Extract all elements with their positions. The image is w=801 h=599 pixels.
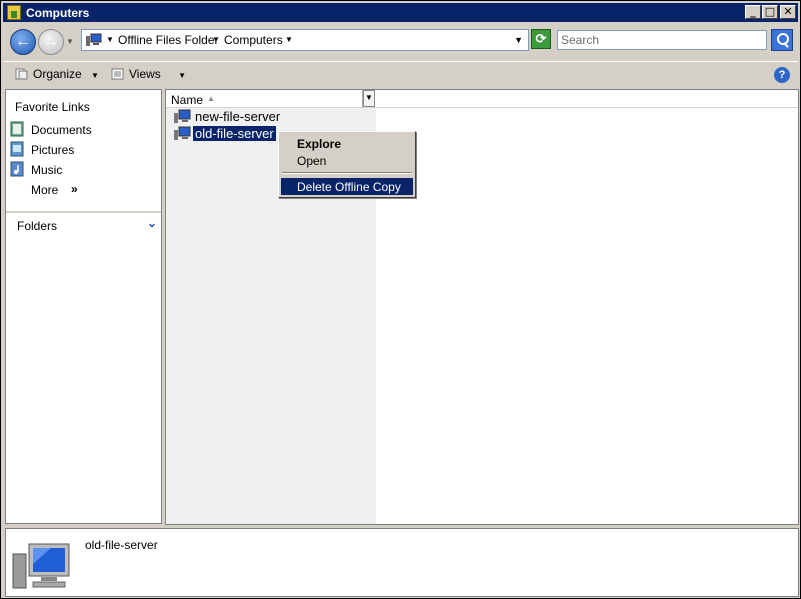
- back-button[interactable]: ←: [10, 29, 36, 55]
- name-column-label: Name: [171, 93, 204, 107]
- list-item[interactable]: new-file-server: [172, 108, 376, 125]
- computer-icon: [174, 126, 191, 140]
- file-name: new-file-server: [195, 109, 281, 124]
- music-icon: [10, 161, 24, 177]
- computers-icon: [86, 33, 102, 46]
- breadcrumb-root-arrow-icon[interactable]: ▼: [106, 35, 114, 44]
- name-column-header[interactable]: Name ▲: [166, 90, 363, 107]
- nav-item-music[interactable]: Music: [9, 161, 159, 179]
- views-icon: [111, 68, 124, 80]
- forward-button[interactable]: →: [38, 29, 64, 55]
- computer-icon: [174, 109, 191, 123]
- chevron-down-icon: ⌄: [146, 216, 157, 230]
- organize-label: Organize: [33, 67, 82, 81]
- nav-item-documents[interactable]: Documents: [9, 121, 159, 139]
- history-dropdown-icon[interactable]: ▼: [66, 37, 74, 46]
- folders-bar[interactable]: Folders ⌄: [6, 211, 161, 237]
- folders-label: Folders: [17, 219, 58, 233]
- column-header-row: Name ▲ ▼: [166, 90, 798, 108]
- address-bar[interactable]: ▼ Offline Files Folder ▼ Computers ▼ ▼: [81, 29, 529, 51]
- refresh-button[interactable]: ⟳: [531, 29, 551, 49]
- nav-item-label: Pictures: [31, 143, 75, 157]
- views-dropdown-icon: ▼: [178, 71, 187, 80]
- address-dropdown-icon[interactable]: ▼: [514, 35, 523, 45]
- documents-icon: [10, 121, 24, 137]
- menu-item-explore[interactable]: Explore: [281, 135, 413, 152]
- minimize-button[interactable]: _: [745, 5, 761, 19]
- nav-item-label: Music: [31, 163, 63, 177]
- window-title: Computers: [26, 6, 90, 20]
- command-bar: Organize ▼ Views ▼ ?: [3, 61, 798, 88]
- breadcrumb-offline-files[interactable]: Offline Files Folder: [118, 33, 218, 47]
- details-item-name: old-file-server: [85, 538, 158, 552]
- title-bar[interactable]: Computers _ □ ✕: [3, 3, 798, 22]
- details-pane: old-file-server: [5, 528, 799, 597]
- column-filter-dropdown[interactable]: ▼: [363, 90, 375, 107]
- back-arrow-icon: ←: [15, 33, 31, 50]
- menu-item-open[interactable]: Open: [281, 152, 413, 169]
- organize-dropdown-icon: ▼: [91, 71, 99, 80]
- organize-button[interactable]: Organize ▼: [15, 67, 99, 81]
- navigation-pane: Favorite Links Documents Pictures Music: [5, 89, 162, 524]
- file-list-pane: Name ▲ ▼ new-file-server old-file-server: [165, 89, 799, 525]
- help-button[interactable]: ?: [774, 67, 790, 83]
- nav-item-more[interactable]: More »: [9, 181, 159, 199]
- search-button[interactable]: [771, 29, 793, 51]
- organize-icon: [15, 68, 28, 80]
- views-label: Views: [129, 67, 161, 81]
- maximize-button[interactable]: □: [762, 5, 778, 19]
- nav-item-label: Documents: [31, 123, 92, 137]
- computer-icon: [12, 543, 70, 589]
- pictures-icon: [10, 141, 24, 157]
- menu-item-delete-offline-copy[interactable]: Delete Offline Copy: [281, 178, 413, 195]
- sort-ascending-icon: ▲: [207, 94, 215, 103]
- favorite-links-heading: Favorite Links: [15, 100, 90, 114]
- close-button[interactable]: ✕: [780, 5, 796, 19]
- nav-item-label: More: [31, 183, 59, 197]
- explorer-window: Computers _ □ ✕ ← → ▼ ▼ Offline Files Fo…: [0, 0, 801, 599]
- breadcrumb-computers[interactable]: Computers: [224, 33, 283, 47]
- context-menu: Explore Open Delete Offline Copy: [278, 131, 416, 198]
- views-button[interactable]: Views ▼: [111, 67, 186, 81]
- chevron-down-icon: ▼: [365, 93, 373, 102]
- more-chevron-icon: »: [71, 182, 78, 196]
- menu-separator: [282, 172, 412, 174]
- file-name: old-file-server: [193, 126, 276, 141]
- breadcrumb-arrow-icon[interactable]: ▼: [212, 35, 220, 44]
- refresh-icon: ⟳: [535, 31, 547, 46]
- offline-folder-icon: [7, 5, 21, 20]
- address-row: ← → ▼ ▼ Offline Files Folder ▼ Computers…: [3, 24, 798, 58]
- breadcrumb-arrow-icon[interactable]: ▼: [285, 35, 293, 44]
- search-input[interactable]: Search: [557, 30, 767, 50]
- forward-arrow-icon: →: [43, 33, 59, 50]
- nav-item-pictures[interactable]: Pictures: [9, 141, 159, 159]
